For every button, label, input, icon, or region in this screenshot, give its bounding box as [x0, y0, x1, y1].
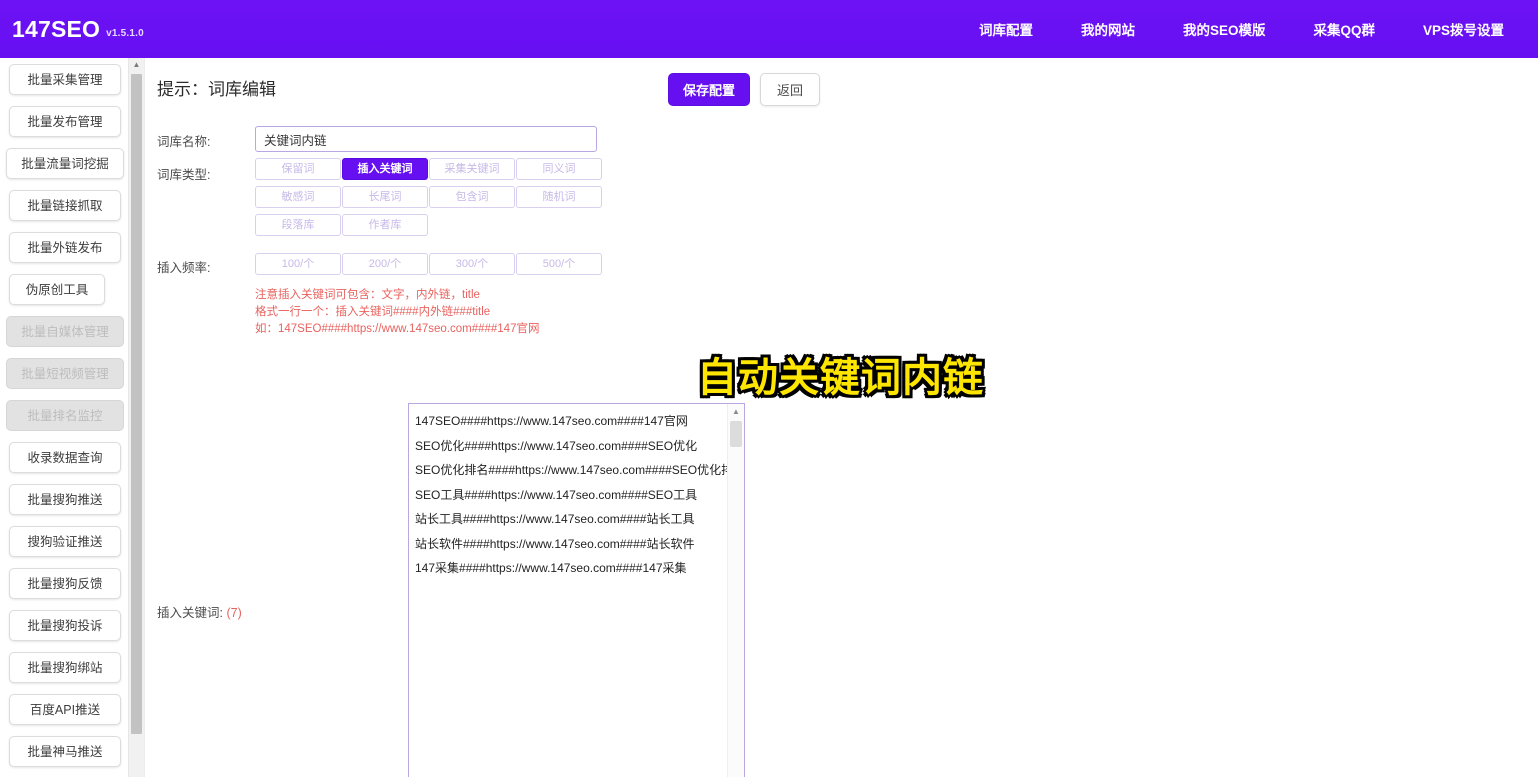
sidebar-item-batch-outbound-link-publish[interactable]: 批量外链发布 — [9, 232, 121, 263]
insert-frequency-options: 100/个 200/个 300/个 500/个 — [255, 253, 603, 281]
insert-keywords-count: (7) — [226, 606, 242, 620]
frequency-chip-300[interactable]: 300/个 — [429, 253, 515, 275]
keyword-line: 站长软件####https://www.147seo.com####站长软件 — [415, 536, 695, 551]
keywords-textarea[interactable]: 147SEO####https://www.147seo.com####147官… — [408, 403, 745, 777]
notice-line-3: 如：147SEO####https://www.147seo.com####14… — [255, 323, 540, 335]
library-type-row-3: 段落库 作者库 — [255, 214, 603, 242]
label-insert-frequency: 插入频率: — [157, 261, 211, 275]
vertical-scrollbar-thumb[interactable] — [730, 421, 742, 447]
frequency-chip-500[interactable]: 500/个 — [516, 253, 602, 275]
save-config-button[interactable]: 保存配置 — [668, 73, 751, 106]
library-type-row-2: 敏感词 长尾词 包含词 随机词 — [255, 186, 603, 214]
top-nav-links: 词库配置 我的网站 我的SEO模版 采集QQ群 VPS拨号设置 — [955, 11, 1538, 47]
type-chip-reserved-word[interactable]: 保留词 — [255, 158, 341, 180]
sidebar-item-sogou-verify-push[interactable]: 搜狗验证推送 — [9, 526, 121, 557]
version-label: v1.5.1.0 — [106, 27, 144, 39]
keyword-line: 147采集####https://www.147seo.com####147采集 — [415, 561, 687, 575]
back-button[interactable]: 返回 — [760, 73, 821, 106]
app-window: 147SEO v1.5.1.0 词库配置 我的网站 我的SEO模版 采集QQ群 … — [0, 0, 1538, 777]
watermark-text: 自动关键词内链 — [695, 353, 985, 403]
sidebar-scrollbar-thumb[interactable] — [131, 74, 142, 734]
frequency-chip-200[interactable]: 200/个 — [342, 253, 428, 275]
scroll-up-icon[interactable]: ▲ — [129, 58, 144, 72]
main-content: 提示：词库编辑 保存配置 返回 词库名称: 词库类型: 保留词 插入关键词 采集… — [145, 58, 1538, 777]
sidebar-item-index-data-query[interactable]: 收录数据查询 — [9, 442, 121, 473]
keyword-line: 147SEO####https://www.147seo.com####147官… — [415, 414, 688, 428]
app-logo: 147SEO v1.5.1.0 — [12, 16, 144, 43]
library-type-options: 保留词 插入关键词 采集关键词 同义词 敏感词 长尾词 包含词 随机词 段落库 … — [255, 158, 603, 242]
keyword-line: SEO优化排名####https://www.147seo.com####SEO… — [415, 463, 727, 477]
notice-text: 注意插入关键词可包含：文字，内外链，title 格式一行一个：插入关键词####… — [255, 287, 539, 338]
sidebar-item-batch-traffic-keyword-mining[interactable]: 批量流量词挖掘 — [6, 148, 124, 179]
sidebar-item-batch-sogou-complaint[interactable]: 批量搜狗投诉 — [9, 610, 121, 641]
nav-item-my-sites[interactable]: 我的网站 — [1057, 11, 1159, 47]
nav-item-vps-dialup-settings[interactable]: VPS拨号设置 — [1399, 11, 1528, 47]
sidebar-item-batch-link-grabbing[interactable]: 批量链接抓取 — [9, 190, 121, 221]
keywords-content[interactable]: 147SEO####https://www.147seo.com####147官… — [415, 409, 727, 581]
keywords-vertical-scrollbar[interactable]: ▲ ▼ — [727, 404, 744, 777]
keyword-line: SEO工具####https://www.147seo.com####SEO工具 — [415, 487, 698, 502]
sidebar: 批量采集管理 批量发布管理 批量流量词挖掘 批量链接抓取 批量外链发布 伪原创工… — [0, 58, 128, 777]
library-type-row-1: 保留词 插入关键词 采集关键词 同义词 — [255, 158, 603, 186]
type-chip-long-tail-word[interactable]: 长尾词 — [342, 186, 428, 208]
sidebar-item-batch-shenma-push[interactable]: 批量神马推送 — [9, 736, 121, 767]
type-chip-contains-word[interactable]: 包含词 — [429, 186, 515, 208]
sidebar-item-pseudo-original-tool[interactable]: 伪原创工具 — [9, 274, 105, 305]
type-chip-paragraph-library[interactable]: 段落库 — [255, 214, 341, 236]
keyword-line: SEO优化####https://www.147seo.com####SEO优化 — [415, 438, 698, 453]
type-chip-sensitive-word[interactable]: 敏感词 — [255, 186, 341, 208]
page-title: 提示：词库编辑 — [157, 80, 276, 99]
sidebar-scrollbar[interactable]: ▲ — [128, 58, 144, 777]
sidebar-item-batch-sogou-push[interactable]: 批量搜狗推送 — [9, 484, 121, 515]
library-name-input[interactable] — [255, 126, 597, 152]
keyword-line: 站长工具####https://www.147seo.com####站长工具 — [415, 512, 695, 526]
type-chip-random-word[interactable]: 随机词 — [516, 186, 602, 208]
sidebar-item-batch-short-video-management: 批量短视频管理 — [6, 358, 124, 389]
top-navigation-bar: 147SEO v1.5.1.0 词库配置 我的网站 我的SEO模版 采集QQ群 … — [0, 0, 1538, 58]
nav-item-my-seo-templates[interactable]: 我的SEO模版 — [1159, 11, 1290, 47]
type-chip-synonym[interactable]: 同义词 — [516, 158, 602, 180]
nav-item-word-library-config[interactable]: 词库配置 — [955, 11, 1057, 47]
sidebar-item-baidu-api-push[interactable]: 百度API推送 — [9, 694, 121, 725]
type-chip-author-library[interactable]: 作者库 — [342, 214, 428, 236]
sidebar-item-batch-ranking-monitor: 批量排名监控 — [6, 400, 124, 431]
frequency-chip-100[interactable]: 100/个 — [255, 253, 341, 275]
type-chip-collect-keyword[interactable]: 采集关键词 — [429, 158, 515, 180]
nav-item-collect-qq-group[interactable]: 采集QQ群 — [1289, 11, 1399, 47]
type-chip-insert-keyword[interactable]: 插入关键词 — [342, 158, 428, 180]
label-library-type: 词库类型: — [157, 168, 211, 182]
notice-line-2: 格式一行一个：插入关键词####内外链###title — [255, 306, 491, 318]
insert-frequency-row: 100/个 200/个 300/个 500/个 — [255, 253, 603, 281]
insert-keywords-text: 插入关键词: — [157, 606, 223, 620]
notice-line-1: 注意插入关键词可包含：文字，内外链，title — [255, 289, 480, 301]
label-library-name: 词库名称: — [157, 135, 211, 149]
sidebar-item-batch-self-media-management: 批量自媒体管理 — [6, 316, 124, 347]
label-insert-keywords: 插入关键词: (7) — [157, 602, 242, 621]
sidebar-item-batch-sogou-bind-site[interactable]: 批量搜狗绑站 — [9, 652, 121, 683]
sidebar-item-batch-publish-management[interactable]: 批量发布管理 — [9, 106, 121, 137]
sidebar-item-batch-sogou-feedback[interactable]: 批量搜狗反馈 — [9, 568, 121, 599]
scroll-up-icon[interactable]: ▲ — [728, 404, 744, 419]
sidebar-item-batch-collect-management[interactable]: 批量采集管理 — [9, 64, 121, 95]
brand-name: 147SEO — [12, 15, 101, 42]
